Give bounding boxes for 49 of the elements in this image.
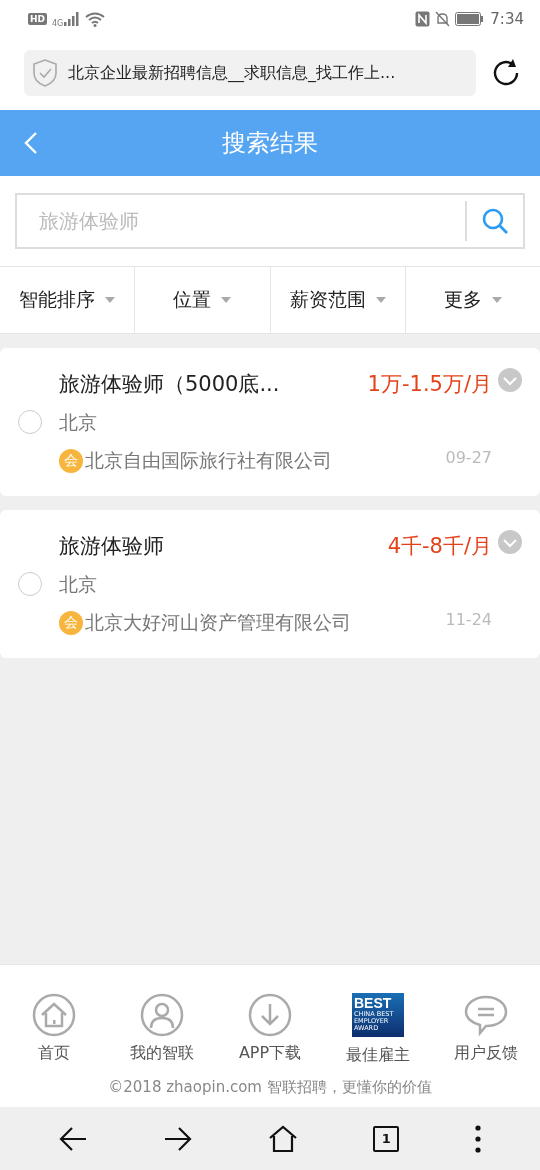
search-field[interactable]: 旅游体验师 <box>37 208 465 234</box>
user-icon <box>140 993 184 1037</box>
home-icon <box>32 993 76 1037</box>
network-type: 4G <box>52 18 64 28</box>
company-name: 北京大好河山资产管理有限公司 <box>85 610 352 635</box>
footer-link[interactable]: APP下载 <box>216 993 324 1066</box>
shield-icon <box>32 58 58 88</box>
wifi-icon <box>85 11 106 27</box>
job-city: 北京 <box>59 572 98 597</box>
tab-count-button[interactable]: 1 <box>373 1125 400 1152</box>
post-date: 09-27 <box>445 448 492 467</box>
chat-bubble-icon <box>464 993 508 1037</box>
search-box[interactable]: 旅游体验师 <box>15 193 525 249</box>
search-icon[interactable] <box>481 207 509 235</box>
mute-bell-icon <box>435 11 451 27</box>
member-badge: 会 <box>59 449 83 473</box>
back-icon[interactable] <box>24 131 38 155</box>
footer-link[interactable]: 首页 <box>0 993 108 1066</box>
caret-icon <box>221 297 232 303</box>
salary: 1万-1.5万/月 <box>367 371 492 398</box>
member-badge: 会 <box>59 611 83 635</box>
forward-arrow-icon[interactable] <box>162 1125 193 1152</box>
download-icon <box>248 993 292 1037</box>
caret-icon <box>491 297 502 303</box>
address-bar[interactable]: 北京企业最新招聘信息__求职信息_找工作上... <box>24 50 476 96</box>
chevron-down-icon[interactable] <box>498 368 522 392</box>
home-icon[interactable] <box>267 1124 298 1153</box>
signal-icon <box>64 12 81 26</box>
caret-icon <box>105 297 116 303</box>
battery-icon <box>455 12 484 26</box>
job-card[interactable]: 旅游体验师 4千-8千/月 北京 会 北京大好河山资产管理有限公司 11-24 <box>0 510 540 658</box>
copyright-text: ©2018 zhaopin.com 智联招聘，更懂你的价值 <box>108 1078 432 1097</box>
salary: 4千-8千/月 <box>387 533 492 560</box>
job-city: 北京 <box>59 410 98 435</box>
company-name: 北京自由国际旅行社有限公司 <box>85 448 333 473</box>
page-title: 搜索结果 <box>222 128 318 159</box>
post-date: 11-24 <box>445 610 492 629</box>
job-title: 旅游体验师 <box>59 533 164 560</box>
caret-icon <box>375 297 386 303</box>
job-card[interactable]: 旅游体验师（5000底... 1万-1.5万/月 北京 会 北京自由国际旅行社有限公司 09-27 <box>0 348 540 496</box>
nfc-icon <box>415 11 431 27</box>
job-title: 旅游体验师（5000底... <box>59 371 280 398</box>
footer-link[interactable]: 用户反馈 <box>432 993 540 1066</box>
footer-link[interactable]: 我的智联 <box>108 993 216 1066</box>
back-arrow-icon[interactable] <box>57 1125 88 1152</box>
chevron-down-icon[interactable] <box>498 530 522 554</box>
more-menu-icon[interactable] <box>474 1124 483 1153</box>
hd-icon: HD <box>28 13 47 25</box>
clock-time: 7:34 <box>490 10 524 28</box>
